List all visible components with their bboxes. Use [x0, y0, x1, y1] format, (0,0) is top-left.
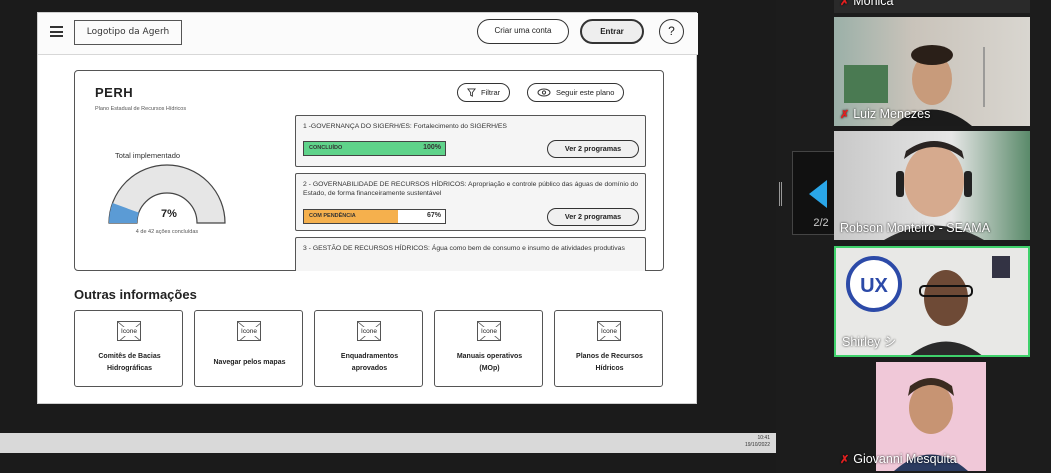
eye-icon [537, 88, 551, 97]
view-programs-button[interactable]: Ver 2 programas [547, 208, 639, 226]
panel-resize-handle[interactable] [779, 182, 782, 206]
follow-plan-label: Seguir este plano [556, 87, 615, 97]
create-account-button[interactable]: Criar uma conta [477, 19, 569, 44]
mic-muted-icon: ✗ [840, 0, 850, 8]
taskbar-clock: 10:41 19/10/2022 [745, 435, 770, 449]
participant-tile-active-speaker[interactable]: UX Shirley シ [834, 246, 1030, 357]
program-text: 2 - GOVERNABILIDADE DE RECURSOS HÍDRICOS… [303, 181, 639, 197]
tile-label-line1: Comitês de Bacias [98, 353, 161, 360]
participant-name: ✗ Giovanni Mesquita [840, 452, 957, 466]
icon-placeholder-text: Icone [118, 327, 140, 336]
filter-label: Filtrar [481, 87, 501, 97]
participant-name-text: Luiz Menezes [853, 107, 931, 121]
tile-label-line2: Hídricos [595, 365, 624, 372]
actions-count: 4 de 42 ações concluídas [135, 229, 199, 235]
mic-muted-icon: ✗ [840, 108, 850, 121]
participant-name-text: Monica [853, 0, 894, 8]
tile-label-line1: Manuais operativos [456, 353, 523, 360]
participant-tile[interactable]: ✗ Monica [834, 0, 1030, 13]
participant-tile[interactable]: Robson Monteiro - SEAMA [834, 131, 1030, 240]
status-label: CONCLUÍDO [309, 145, 343, 151]
view-programs-button[interactable]: Ver 2 programas [547, 140, 639, 158]
icon-placeholder-text: Icone [598, 327, 620, 336]
program-text: 1 -GOVERNANÇA DO SIGERH/ES: Fortalecimen… [303, 123, 507, 130]
image-placeholder-icon: Icone [357, 321, 381, 341]
icon-placeholder-text: Icone [478, 327, 500, 336]
wireframe-page: Logotipo da Agerh Criar uma conta Entrar… [37, 12, 698, 404]
login-button[interactable]: Entrar [580, 19, 644, 44]
help-icon[interactable]: ? [659, 19, 684, 44]
tile-label-line1: Navegar pelos mapas [213, 359, 286, 366]
program-item: 2 - GOVERNABILIDADE DE RECURSOS HÍDRICOS… [295, 173, 646, 231]
tile-label-line1: Enquadramentos [340, 353, 399, 360]
program-text: 3 - GESTÃO DE RECURSOS HÍDRICOS: Água co… [303, 245, 625, 252]
info-tile-maps[interactable]: Icone Navegar pelos mapas [194, 310, 303, 387]
follow-plan-button[interactable]: Seguir este plano [527, 83, 625, 102]
taskbar-time: 10:41 [757, 435, 770, 441]
progress-bar: COM PENDÊNCIA 67% [303, 209, 446, 224]
image-placeholder-icon: Icone [237, 321, 261, 341]
participant-name: Shirley シ [842, 331, 896, 350]
plan-subtitle: Plano Estadual de Recursos Hídricos [95, 106, 187, 112]
taskbar-date: 19/10/2022 [744, 442, 770, 448]
progress-bar: CONCLUÍDO 100% [303, 141, 446, 156]
tile-label-line2: aprovados [351, 365, 388, 372]
mic-muted-icon: ✗ [840, 453, 850, 466]
program-item: 3 - GESTÃO DE RECURSOS HÍDRICOS: Água co… [295, 237, 646, 271]
info-tile-frameworks[interactable]: Icone Enquadramentos aprovados [314, 310, 423, 387]
image-placeholder-icon: Icone [597, 321, 621, 341]
participant-name: ✗ Monica [840, 0, 894, 8]
status-label: COM PENDÊNCIA [309, 213, 356, 219]
total-percent: 7% [161, 208, 177, 220]
previous-arrow-icon[interactable] [809, 180, 827, 208]
image-placeholder-icon: Icone [477, 321, 501, 341]
tile-label-line2: (MOp) [479, 365, 500, 372]
presenter-taskbar: 10:41 19/10/2022 [0, 433, 776, 453]
participant-tile[interactable]: ✗ Luiz Menezes [834, 17, 1030, 126]
svg-text:UX: UX [860, 275, 888, 297]
participant-name: Robson Monteiro - SEAMA [840, 221, 990, 235]
progress-percent: 100% [423, 144, 441, 151]
info-tile-committees[interactable]: Icone Comitês de Bacias Hidrográficas [74, 310, 183, 387]
icon-placeholder-text: Icone [238, 327, 260, 336]
progress-percent: 67% [426, 212, 441, 219]
plan-title: PERH [95, 85, 134, 100]
icon-placeholder-text: Icone [358, 327, 380, 336]
participant-tile[interactable]: ✗ Giovanni Mesquita [834, 362, 1030, 471]
participant-name: ✗ Luiz Menezes [840, 107, 930, 121]
other-info-title: Outras informações [74, 287, 197, 302]
tile-label-line2: Hidrográficas [106, 365, 153, 372]
tile-label-line1: Planos de Recursos [576, 353, 643, 360]
plan-card: PERH Plano Estadual de Recursos Hídricos… [74, 70, 664, 271]
total-implemented-label: Total implementado [115, 151, 181, 160]
logo-placeholder[interactable]: Logotipo da Agerh [74, 20, 182, 45]
filter-button[interactable]: Filtrar [457, 83, 511, 102]
filter-icon [467, 88, 476, 97]
shared-screen: Logotipo da Agerh Criar uma conta Entrar… [0, 0, 776, 473]
program-item: 1 -GOVERNANÇA DO SIGERH/ES: Fortalecimen… [295, 115, 646, 167]
participant-name-text: Giovanni Mesquita [853, 452, 957, 466]
info-tile-manuals[interactable]: Icone Manuais operativos (MOp) [434, 310, 543, 387]
programs-list[interactable]: 1 -GOVERNANÇA DO SIGERH/ES: Fortalecimen… [295, 115, 647, 271]
image-placeholder-icon: Icone [117, 321, 141, 341]
info-tile-plans[interactable]: Icone Planos de Recursos Hídricos [554, 310, 663, 387]
site-header: Logotipo da Agerh Criar uma conta Entrar… [38, 13, 698, 55]
participant-name-text: Shirley シ [842, 335, 897, 349]
participant-name-text: Robson Monteiro - SEAMA [840, 221, 991, 235]
hamburger-menu-icon[interactable] [50, 26, 63, 37]
